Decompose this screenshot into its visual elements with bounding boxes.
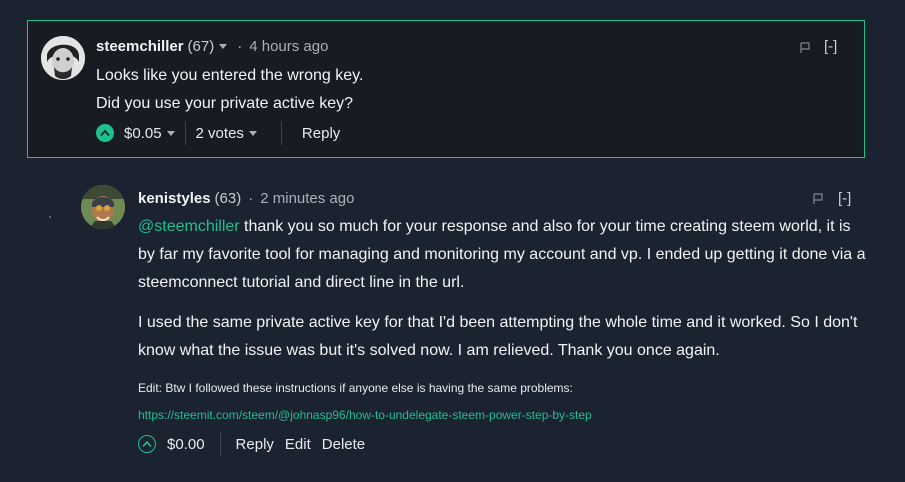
mention-link[interactable]: @steemchiller: [138, 218, 240, 235]
divider: [280, 121, 282, 145]
comment-header: kenistyles (63) · 2 minutes ago: [138, 190, 354, 207]
reply-button[interactable]: Reply: [236, 436, 274, 453]
comment-header: steemchiller (67) · 4 hours ago: [96, 38, 328, 55]
flag-icon[interactable]: [799, 42, 811, 54]
separator-dot: ·: [237, 38, 243, 55]
avatar[interactable]: [41, 36, 85, 80]
body-line: Did you use your private active key?: [96, 95, 354, 112]
paragraph: @steemchiller thank you so much for your…: [138, 213, 868, 297]
payout-value[interactable]: $0.05: [124, 125, 162, 142]
comment-steemchiller: steemchiller (67) · 4 hours ago [-] Look…: [27, 20, 865, 158]
collapse-button[interactable]: [-]: [838, 190, 851, 207]
comment-body: Looks like you entered the wrong key. Di…: [96, 62, 836, 118]
thread-marker: [49, 216, 51, 218]
comment-footer: $0.00 Reply Edit Delete: [138, 432, 365, 456]
collapse-button[interactable]: [-]: [824, 38, 837, 55]
delete-button[interactable]: Delete: [322, 436, 365, 453]
flag-icon[interactable]: [812, 193, 824, 205]
chevron-down-icon[interactable]: [166, 130, 175, 136]
author-name[interactable]: steemchiller: [96, 38, 184, 55]
chevron-down-icon[interactable]: [219, 44, 228, 49]
author-reputation: (67): [187, 38, 215, 55]
upvote-button[interactable]: [96, 124, 114, 142]
upvote-button[interactable]: [138, 435, 156, 453]
chevron-up-icon: [142, 440, 152, 448]
chevron-up-icon: [100, 129, 110, 137]
comment-body: @steemchiller thank you so much for your…: [138, 213, 868, 365]
paragraph-text: thank you so much for your response and …: [138, 218, 866, 291]
divider: [219, 432, 221, 456]
tutorial-link[interactable]: https://steemit.com/steem/@johnasp96/how…: [138, 408, 592, 422]
timestamp[interactable]: 4 hours ago: [249, 38, 328, 55]
divider: [184, 121, 186, 145]
author-name[interactable]: kenistyles: [138, 190, 211, 207]
separator-dot: ·: [248, 190, 254, 207]
author-reputation: (63): [214, 190, 242, 207]
edit-button[interactable]: Edit: [285, 436, 311, 453]
chevron-down-icon[interactable]: [248, 130, 257, 136]
payout-value[interactable]: $0.00: [167, 436, 205, 453]
votes-count[interactable]: 2 votes: [196, 125, 244, 142]
body-line: Looks like you entered the wrong key.: [96, 67, 364, 84]
edit-note: Edit: Btw I followed these instructions …: [138, 381, 573, 395]
avatar[interactable]: [81, 185, 125, 229]
timestamp[interactable]: 2 minutes ago: [260, 190, 354, 207]
paragraph: I used the same private active key for t…: [138, 314, 858, 359]
reply-button[interactable]: Reply: [302, 125, 340, 142]
comment-footer: $0.05 2 votes Reply: [96, 121, 340, 145]
